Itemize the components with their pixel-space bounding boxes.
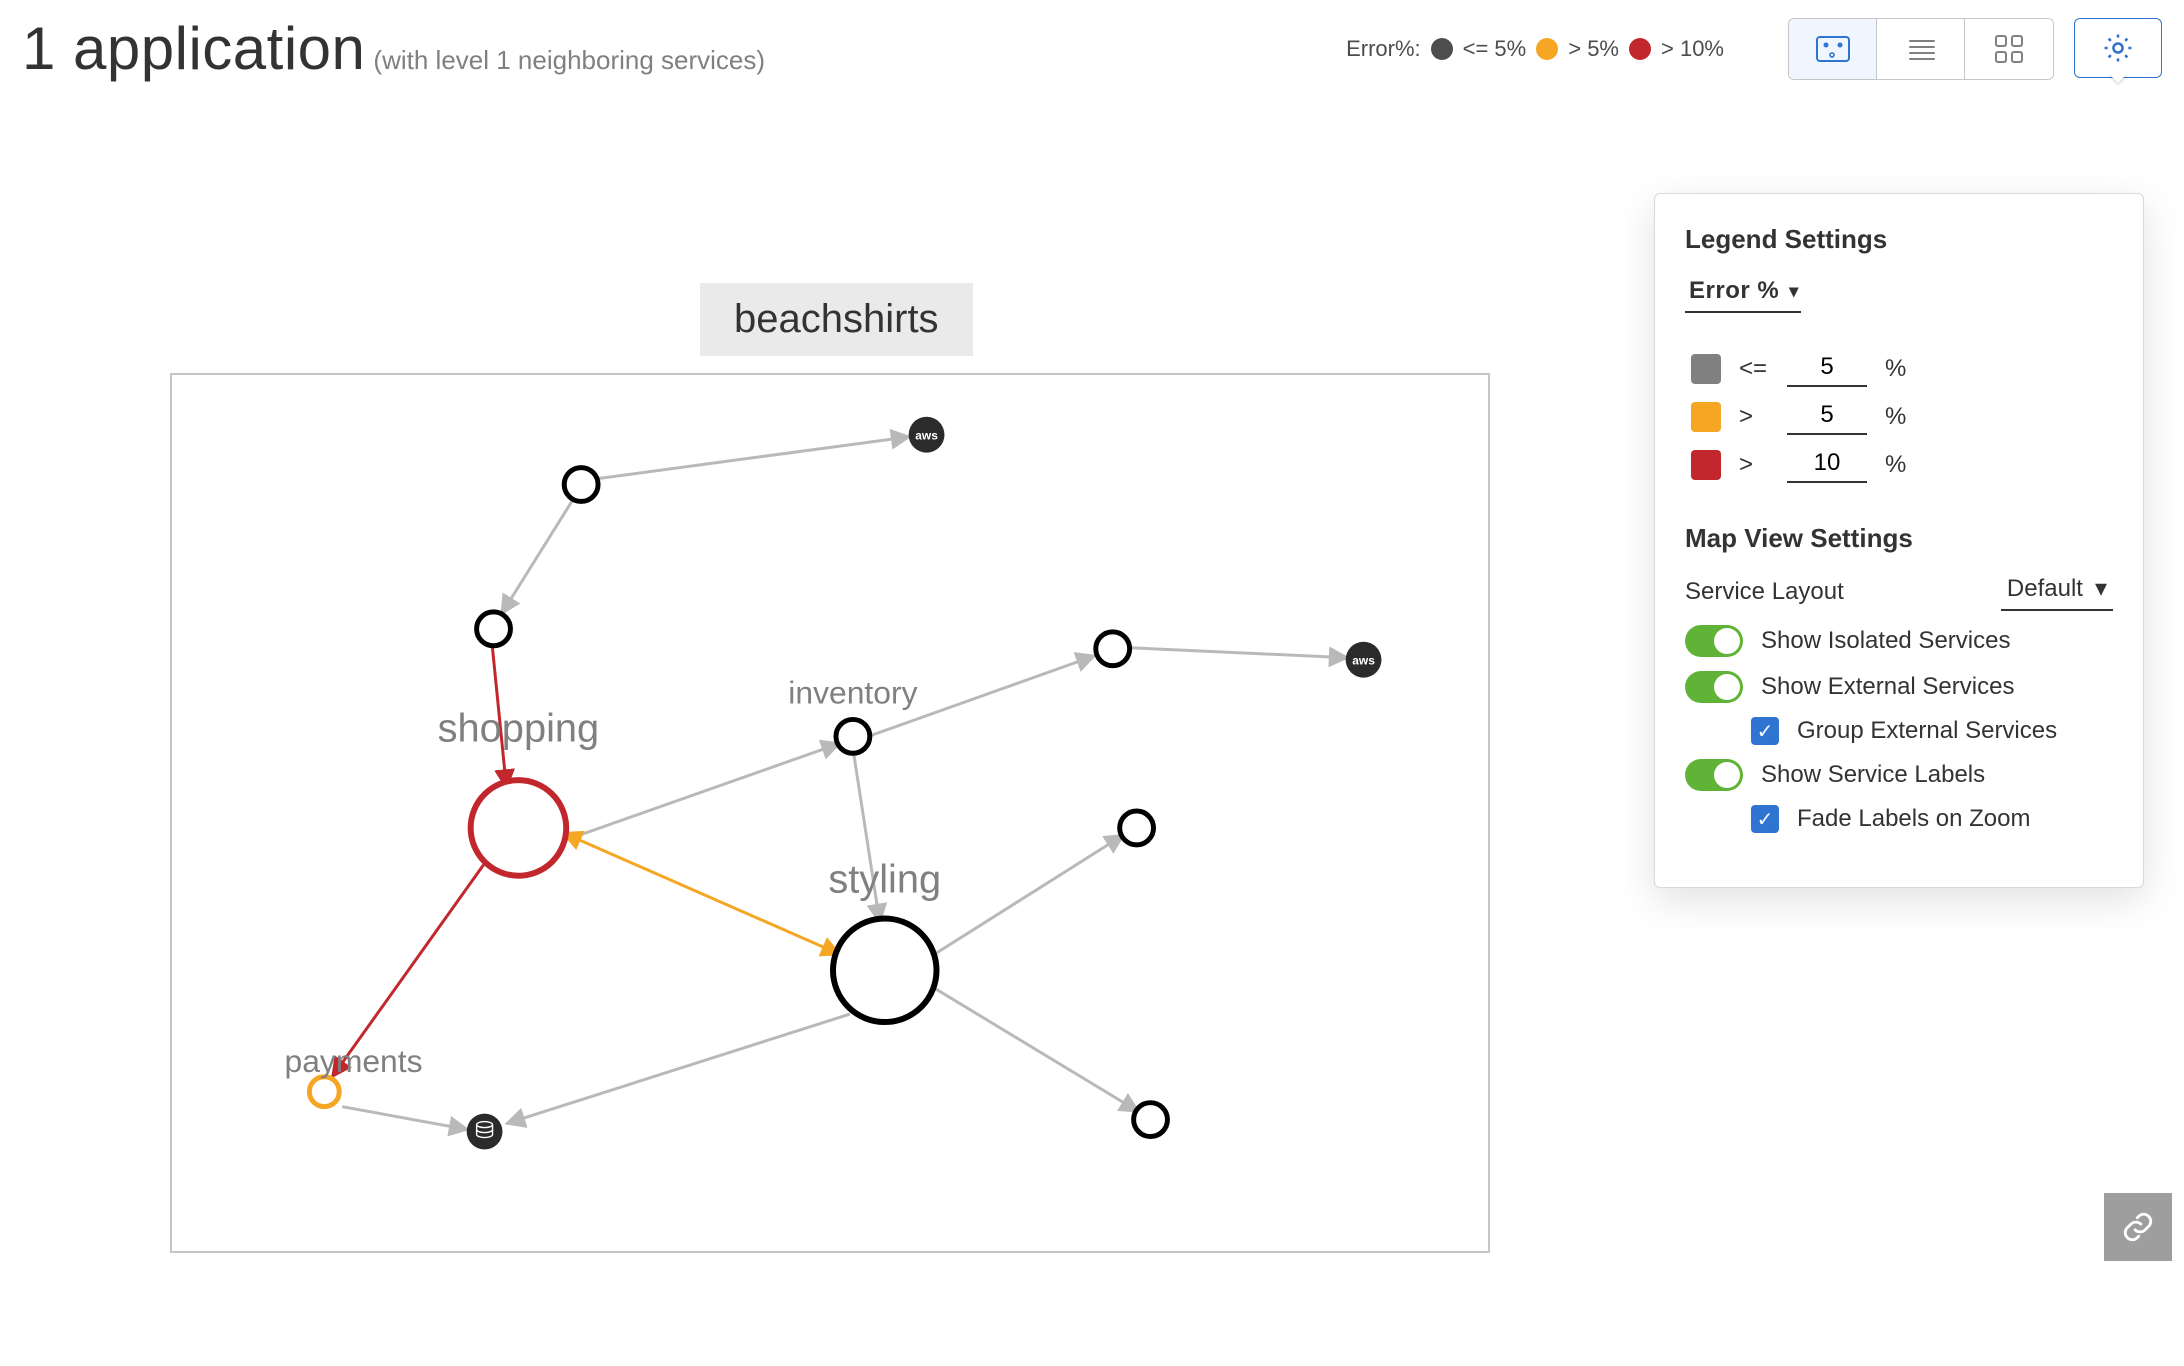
list-view-icon xyxy=(1904,37,1938,61)
toggle-labels-label: Show Service Labels xyxy=(1761,761,1985,789)
threshold-unit-low: % xyxy=(1885,355,1909,383)
threshold-unit-mid: % xyxy=(1885,403,1909,431)
legend-text-high: > 10% xyxy=(1661,36,1724,62)
node-inventory-label: inventory xyxy=(788,675,917,711)
view-map-button[interactable] xyxy=(1789,19,1877,79)
page-subtitle: (with level 1 neighboring services) xyxy=(373,45,765,76)
threshold-row-low: <= % xyxy=(1691,351,2113,387)
toggle-external-services[interactable] xyxy=(1685,671,1743,703)
checkbox-group-external[interactable]: ✓ xyxy=(1751,717,1779,745)
threshold-unit-high: % xyxy=(1885,451,1909,479)
service-layout-label: Service Layout xyxy=(1685,578,1844,606)
toggle-isolated-services[interactable] xyxy=(1685,625,1743,657)
legend-metric-value: Error % xyxy=(1689,277,1779,305)
threshold-swatch-mid xyxy=(1691,402,1721,432)
node-payments-label: payments xyxy=(284,1043,422,1079)
view-grid-button[interactable] xyxy=(1965,19,2053,79)
page-title: 1 application xyxy=(22,14,365,83)
threshold-op-high: > xyxy=(1739,451,1769,479)
node-styling-label: styling xyxy=(828,858,941,902)
settings-popover: Legend Settings Error % ▾ <= % > % > % M… xyxy=(1654,193,2144,888)
grid-view-icon xyxy=(1994,34,2024,64)
service-layout-select[interactable]: Default ▾ xyxy=(2001,572,2113,611)
node-unlabeled[interactable] xyxy=(1096,632,1130,666)
threshold-input-high[interactable] xyxy=(1787,447,1867,483)
node-unlabeled[interactable] xyxy=(477,612,511,646)
legend-dot-mid xyxy=(1536,38,1558,60)
legend-settings-heading: Legend Settings xyxy=(1685,224,2113,255)
toggle-isolated-label: Show Isolated Services xyxy=(1761,627,2010,655)
threshold-input-low[interactable] xyxy=(1787,351,1867,387)
svg-text:aws: aws xyxy=(1352,654,1375,668)
legend-dot-low xyxy=(1431,38,1453,60)
legend-dot-high xyxy=(1629,38,1651,60)
view-list-button[interactable] xyxy=(1877,19,1965,79)
page-title-wrap: 1 application (with level 1 neighboring … xyxy=(22,14,765,83)
view-mode-segment xyxy=(1788,18,2054,80)
checkbox-fade-labels[interactable]: ✓ xyxy=(1751,805,1779,833)
node-shopping[interactable]: shopping xyxy=(438,706,600,875)
settings-button[interactable] xyxy=(2074,18,2162,78)
threshold-swatch-low xyxy=(1691,354,1721,384)
node-unlabeled[interactable] xyxy=(1134,1103,1168,1137)
checkbox-fade-labels-label: Fade Labels on Zoom xyxy=(1797,805,2030,833)
svg-text:aws: aws xyxy=(915,429,938,443)
node-external-aws[interactable]: aws xyxy=(909,417,945,453)
toggle-external-label: Show External Services xyxy=(1761,673,2014,701)
service-map[interactable]: shopping styling inventory payments xyxy=(170,373,1490,1253)
threshold-row-high: > % xyxy=(1691,447,2113,483)
map-view-settings-heading: Map View Settings xyxy=(1685,523,2113,554)
checkbox-group-external-label: Group External Services xyxy=(1797,717,2057,745)
node-external-aws[interactable]: aws xyxy=(1346,642,1382,678)
error-legend: Error%: <= 5% > 5% > 10% xyxy=(1346,36,1724,62)
node-payments[interactable]: payments xyxy=(284,1043,422,1107)
node-database[interactable] xyxy=(467,1114,503,1150)
chevron-down-icon: ▾ xyxy=(1789,281,1799,302)
threshold-input-mid[interactable] xyxy=(1787,399,1867,435)
threshold-op-low: <= xyxy=(1739,355,1769,383)
legend-text-low: <= 5% xyxy=(1463,36,1527,62)
legend-text-mid: > 5% xyxy=(1568,36,1619,62)
node-shopping-label: shopping xyxy=(438,706,600,750)
gear-icon xyxy=(2101,31,2135,65)
toggle-service-labels[interactable] xyxy=(1685,759,1743,791)
application-label: beachshirts xyxy=(700,283,973,356)
legend-metric-select[interactable]: Error % ▾ xyxy=(1685,273,1801,313)
threshold-swatch-high xyxy=(1691,450,1721,480)
node-unlabeled[interactable] xyxy=(1120,811,1154,845)
node-styling[interactable]: styling xyxy=(828,858,941,1022)
node-inventory[interactable]: inventory xyxy=(788,675,917,754)
link-icon xyxy=(2121,1210,2155,1244)
legend-label: Error%: xyxy=(1346,36,1421,62)
map-view-icon xyxy=(1816,36,1850,62)
node-unlabeled[interactable] xyxy=(564,468,598,502)
threshold-op-mid: > xyxy=(1739,403,1769,431)
service-layout-value: Default xyxy=(2007,575,2083,603)
chevron-down-icon: ▾ xyxy=(2095,574,2107,603)
share-link-button[interactable] xyxy=(2104,1193,2172,1261)
threshold-row-mid: > % xyxy=(1691,399,2113,435)
